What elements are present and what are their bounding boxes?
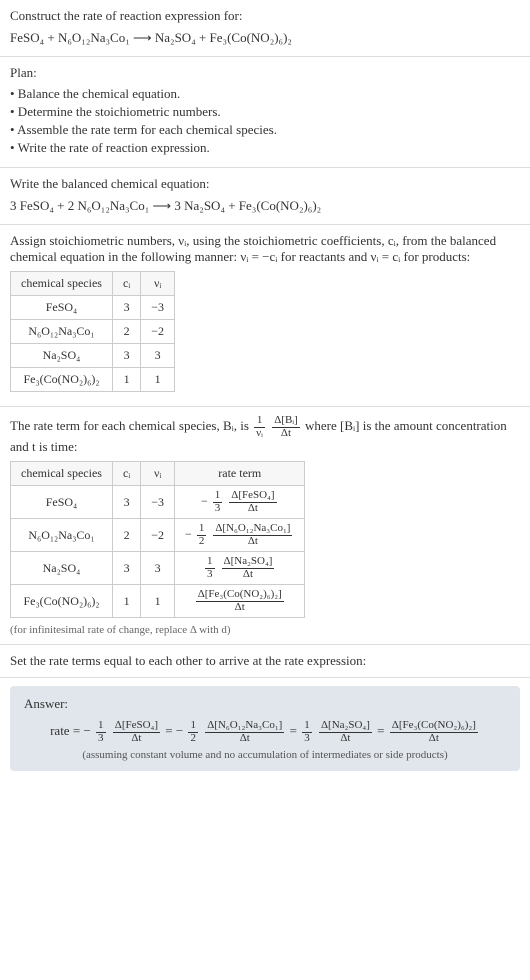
- fraction-den: Δt: [272, 428, 300, 440]
- fraction: Δ[Bᵢ] Δt: [272, 415, 300, 439]
- fraction: 13: [302, 720, 312, 744]
- table-row: FeSO₄ 3 −3: [11, 296, 175, 320]
- fraction: 13: [96, 720, 106, 744]
- fraction-den: νᵢ: [254, 428, 265, 440]
- table-cell: Fe₃(Co(NO₂)₆)₂: [11, 585, 113, 618]
- intro-equation: FeSO₄ + N₆O₁₂Na₃Co₁ ⟶ Na₂SO₄ + Fe₃(Co(NO…: [10, 28, 520, 48]
- table-cell: 3: [141, 344, 175, 368]
- table-cell: FeSO₄: [11, 296, 113, 320]
- table-cell: Na₂SO₄: [11, 552, 113, 585]
- fraction: Δ[N₆O₁₂Na₃Co₁]Δt: [205, 720, 284, 744]
- answer-box: Answer: rate = − 13 Δ[FeSO₄]Δt = − 12 Δ[…: [10, 686, 520, 770]
- set-equal-text: Set the rate terms equal to each other t…: [10, 653, 520, 669]
- rate-term-footnote: (for infinitesimal rate of change, repla…: [10, 624, 520, 636]
- table-header: cᵢ: [112, 462, 140, 486]
- rate-term-text-a: The rate term for each chemical species,…: [10, 418, 249, 433]
- plan-section: Plan: • Balance the chemical equation. •…: [0, 57, 530, 168]
- rate-term-generic: 1 νᵢ Δ[Bᵢ] Δt: [252, 418, 305, 433]
- table-cell: Fe₃(Co(NO₂)₆)₂: [11, 368, 113, 392]
- rate-term-text: The rate term for each chemical species,…: [10, 415, 520, 455]
- rate-term-section: The rate term for each chemical species,…: [0, 407, 530, 645]
- table-row: Fe₃(Co(NO₂)₆)₂11Δ[Fe₃(Co(NO₂)₆)₂]Δt: [11, 585, 305, 618]
- fraction: 12: [197, 523, 207, 547]
- intro-section: Construct the rate of reaction expressio…: [0, 0, 530, 57]
- balanced-section: Write the balanced chemical equation: 3 …: [0, 168, 530, 225]
- table-header: cᵢ: [112, 272, 140, 296]
- table-cell: −3: [141, 296, 175, 320]
- fraction-num: Δ[Bᵢ]: [272, 415, 300, 428]
- plan-item: • Write the rate of reaction expression.: [10, 139, 520, 157]
- rate-term-table: chemical species cᵢ νᵢ rate term FeSO₄3−…: [10, 461, 305, 618]
- fraction: Δ[Na₂SO₄]Δt: [222, 556, 275, 580]
- fraction: 12: [188, 720, 198, 744]
- fraction: Δ[Na₂SO₄]Δt: [319, 720, 372, 744]
- plan-heading: Plan:: [10, 65, 520, 81]
- fraction: 1 νᵢ: [254, 415, 265, 439]
- table-cell: −3: [141, 486, 175, 519]
- table-cell: 1: [141, 368, 175, 392]
- fraction: Δ[Fe₃(Co(NO₂)₆)₂]Δt: [390, 720, 478, 744]
- table-cell: 1: [112, 368, 140, 392]
- table-cell: −2: [141, 320, 175, 344]
- table-cell: Δ[Fe₃(Co(NO₂)₆)₂]Δt: [175, 585, 305, 618]
- intro-heading: Construct the rate of reaction expressio…: [10, 8, 520, 24]
- fraction: Δ[N₆O₁₂Na₃Co₁]Δt: [213, 523, 292, 547]
- table-cell: 1: [112, 585, 140, 618]
- table-cell: 3: [112, 486, 140, 519]
- balanced-heading: Write the balanced chemical equation:: [10, 176, 520, 192]
- plan-list: • Balance the chemical equation. • Deter…: [10, 85, 520, 157]
- fraction: Δ[FeSO₄]Δt: [113, 720, 160, 744]
- table-header-row: chemical species cᵢ νᵢ: [11, 272, 175, 296]
- table-cell: 3: [112, 344, 140, 368]
- answer-title: Answer:: [24, 696, 506, 712]
- plan-item: • Assemble the rate term for each chemic…: [10, 121, 520, 139]
- table-header: νᵢ: [141, 462, 175, 486]
- stoich-table: chemical species cᵢ νᵢ FeSO₄ 3 −3 N₆O₁₂N…: [10, 271, 175, 392]
- table-row: N₆O₁₂Na₃Co₁ 2 −2: [11, 320, 175, 344]
- plan-item: • Determine the stoichiometric numbers.: [10, 103, 520, 121]
- table-cell: 13 Δ[Na₂SO₄]Δt: [175, 552, 305, 585]
- table-cell: −2: [141, 519, 175, 552]
- table-cell: 1: [141, 585, 175, 618]
- stoich-section: Assign stoichiometric numbers, νᵢ, using…: [0, 225, 530, 407]
- fraction: Δ[Fe₃(Co(NO₂)₆)₂]Δt: [196, 589, 284, 613]
- table-header: rate term: [175, 462, 305, 486]
- table-cell: − 13 Δ[FeSO₄]Δt: [175, 486, 305, 519]
- table-header: chemical species: [11, 272, 113, 296]
- table-cell: 3: [112, 552, 140, 585]
- table-cell: Na₂SO₄: [11, 344, 113, 368]
- table-cell: 3: [112, 296, 140, 320]
- table-header: chemical species: [11, 462, 113, 486]
- table-cell: 2: [112, 320, 140, 344]
- plan-item: • Balance the chemical equation.: [10, 85, 520, 103]
- fraction: 13: [213, 490, 223, 514]
- table-cell: − 12 Δ[N₆O₁₂Na₃Co₁]Δt: [175, 519, 305, 552]
- fraction: Δ[FeSO₄]Δt: [229, 490, 276, 514]
- table-row: N₆O₁₂Na₃Co₁2−2− 12 Δ[N₆O₁₂Na₃Co₁]Δt: [11, 519, 305, 552]
- stoich-text: Assign stoichiometric numbers, νᵢ, using…: [10, 233, 520, 265]
- table-row: Fe₃(Co(NO₂)₆)₂ 1 1: [11, 368, 175, 392]
- table-cell: N₆O₁₂Na₃Co₁: [11, 320, 113, 344]
- table-header: νᵢ: [141, 272, 175, 296]
- table-cell: FeSO₄: [11, 486, 113, 519]
- fraction-num: 1: [254, 415, 265, 428]
- table-row: Na₂SO₄3313 Δ[Na₂SO₄]Δt: [11, 552, 305, 585]
- table-cell: 2: [112, 519, 140, 552]
- table-row: Na₂SO₄ 3 3: [11, 344, 175, 368]
- table-cell: N₆O₁₂Na₃Co₁: [11, 519, 113, 552]
- fraction: 13: [205, 556, 215, 580]
- answer-equation: rate = − 13 Δ[FeSO₄]Δt = − 12 Δ[N₆O₁₂Na₃…: [24, 716, 506, 748]
- balanced-equation: 3 FeSO₄ + 2 N₆O₁₂Na₃Co₁ ⟶ 3 Na₂SO₄ + Fe₃…: [10, 196, 520, 216]
- answer-note: (assuming constant volume and no accumul…: [24, 749, 506, 761]
- table-cell: 3: [141, 552, 175, 585]
- table-row: FeSO₄3−3− 13 Δ[FeSO₄]Δt: [11, 486, 305, 519]
- table-header-row: chemical species cᵢ νᵢ rate term: [11, 462, 305, 486]
- set-equal-section: Set the rate terms equal to each other t…: [0, 645, 530, 678]
